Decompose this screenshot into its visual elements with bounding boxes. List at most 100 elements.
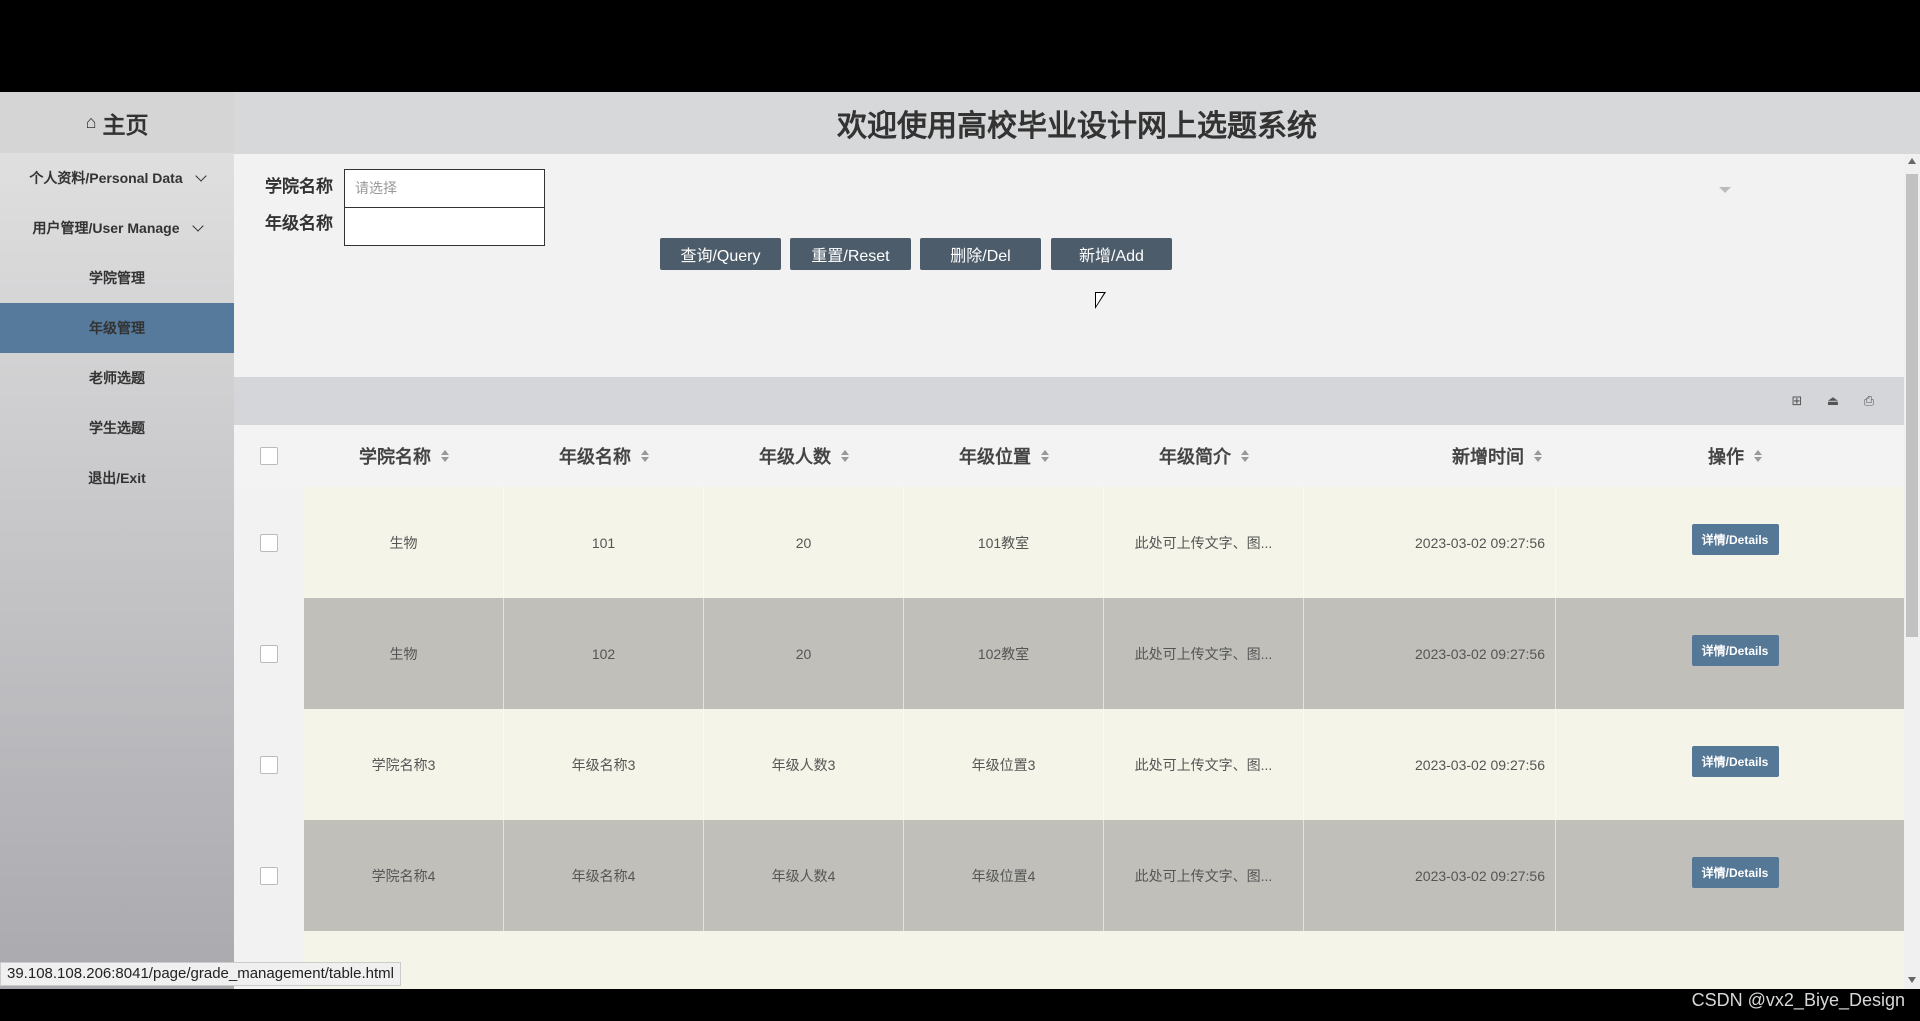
sort-icon[interactable] <box>441 450 449 462</box>
status-bar-url: 39.108.108.206:8041/page/grade_managemen… <box>0 962 401 986</box>
cell-count: 20 <box>704 487 904 598</box>
sort-icon[interactable] <box>1041 450 1049 462</box>
sidebar: ⌂ 主页 个人资料/Personal Data 用户管理/User Manage… <box>0 92 234 989</box>
row-checkbox[interactable] <box>260 756 278 774</box>
sort-icon[interactable] <box>1754 450 1762 462</box>
column-header-label: 操作 <box>1708 447 1744 467</box>
cell-time: 2023-03-02 09:27:56 <box>1304 709 1556 820</box>
sidebar-item-label: 老师选题 <box>89 370 145 386</box>
sort-icon[interactable] <box>641 450 649 462</box>
cell-time: 2023-03-02 09:27:56 <box>1304 598 1556 709</box>
home-label: 主页 <box>102 111 149 138</box>
row-cells: 生物 101 20 101教室 此处可上传文字、图... 2023-03-02 … <box>304 487 1904 598</box>
cell-intro: 此处可上传文字、图... <box>1104 598 1304 709</box>
row-checkbox-cell <box>234 709 304 820</box>
reset-button[interactable]: 重置/Reset <box>790 238 911 270</box>
sidebar-group-label: 个人资料/Personal Data <box>29 170 183 186</box>
cell-grade: 102 <box>504 598 704 709</box>
row-cells: 生物 102 20 102教室 此处可上传文字、图... 2023-03-02 … <box>304 598 1904 709</box>
sidebar-item-label: 学生选题 <box>89 420 145 436</box>
grade-name-input[interactable] <box>344 207 545 246</box>
app-window: ⌂ 主页 个人资料/Personal Data 用户管理/User Manage… <box>0 92 1920 989</box>
sidebar-home[interactable]: ⌂ 主页 <box>0 92 234 153</box>
column-header-label: 年级简介 <box>1159 447 1231 467</box>
select-all-checkbox[interactable] <box>260 447 278 465</box>
sort-icon[interactable] <box>1241 450 1249 462</box>
page-header: 欢迎使用高校毕业设计网上选题系统 <box>234 92 1920 154</box>
cell-grade: 年级名称3 <box>504 709 704 820</box>
scroll-up-arrow-icon[interactable] <box>1908 158 1916 164</box>
cell-count: 年级人数3 <box>704 709 904 820</box>
cell-intro: 此处可上传文字、图... <box>1104 487 1304 598</box>
column-header-grade[interactable]: 年级名称 <box>504 425 704 487</box>
scrollbar-thumb[interactable] <box>1906 174 1918 637</box>
details-button[interactable]: 详情/Details <box>1691 524 1779 555</box>
sidebar-item-student-topics[interactable]: 学生选题 <box>0 403 234 453</box>
cell-location: 102教室 <box>904 598 1104 709</box>
chevron-down-icon <box>191 220 204 232</box>
delete-button[interactable]: 删除/Del <box>920 238 1041 270</box>
add-button[interactable]: 新增/Add <box>1051 238 1172 270</box>
home-icon: ⌂ <box>85 112 97 132</box>
cell-actions: 详情/Details <box>1566 820 1904 931</box>
scroll-down-arrow-icon[interactable] <box>1908 977 1916 983</box>
column-header-location[interactable]: 年级位置 <box>904 425 1104 487</box>
cell-location: 年级位置4 <box>904 820 1104 931</box>
table-row: 学院名称3 年级名称3 年级人数3 年级位置3 此处可上传文字、图... 202… <box>234 709 1904 820</box>
column-header-intro[interactable]: 年级简介 <box>1104 425 1304 487</box>
cell-actions: 详情/Details <box>1566 598 1904 709</box>
sidebar-item-college-management[interactable]: 学院管理 <box>0 253 234 303</box>
sidebar-group-personal-data[interactable]: 个人资料/Personal Data <box>0 153 234 203</box>
row-cells: 学院名称4 年级名称4 年级人数4 年级位置4 此处可上传文字、图... 202… <box>304 820 1904 931</box>
cell-location: 年级位置3 <box>904 709 1104 820</box>
details-button[interactable]: 详情/Details <box>1691 746 1779 777</box>
vertical-scrollbar[interactable] <box>1904 154 1920 989</box>
chevron-down-icon <box>194 170 207 182</box>
sidebar-group-label: 用户管理/User Manage <box>32 220 180 236</box>
cell-grade: 年级名称4 <box>504 820 704 931</box>
cell-college: 生物 <box>304 598 504 709</box>
college-name-select[interactable]: 请选择 <box>344 169 545 208</box>
grade-name-label: 年级名称 <box>265 214 333 233</box>
details-button[interactable]: 详情/Details <box>1691 857 1779 888</box>
screen-bottom-bar <box>0 989 1920 1021</box>
row-checkbox[interactable] <box>260 534 278 552</box>
sidebar-item-label: 学院管理 <box>89 270 145 286</box>
mouse-cursor-icon <box>1095 292 1106 309</box>
cell-location: 101教室 <box>904 487 1104 598</box>
row-checkbox-cell <box>234 598 304 709</box>
table-row: 学院名称4 年级名称4 年级人数4 年级位置4 此处可上传文字、图... 202… <box>234 820 1904 931</box>
query-button[interactable]: 查询/Query <box>660 238 781 270</box>
sidebar-item-teacher-topics[interactable]: 老师选题 <box>0 353 234 403</box>
sidebar-item-exit[interactable]: 退出/Exit <box>0 453 234 503</box>
data-table: 学院名称 年级名称 年级人数 年级位置 年级简介 新增时间 操作 生物 101 … <box>234 425 1904 989</box>
sort-icon[interactable] <box>841 450 849 462</box>
cell-time: 2023-03-02 09:27:56 <box>1304 487 1556 598</box>
cell-time: 2023-03-02 09:27:56 <box>1304 820 1556 931</box>
column-header-college[interactable]: 学院名称 <box>304 425 504 487</box>
column-header-actions[interactable]: 操作 <box>1566 425 1904 487</box>
cell-college: 学院名称3 <box>304 709 504 820</box>
column-header-label: 年级位置 <box>959 447 1031 467</box>
cell-actions: 详情/Details <box>1566 487 1904 598</box>
cell-grade: 101 <box>504 487 704 598</box>
column-header-label: 新增时间 <box>1452 447 1524 467</box>
main-content: 学院名称 请选择 年级名称 查询/Query 重置/Reset 删除/Del 新… <box>234 154 1920 989</box>
row-checkbox[interactable] <box>260 867 278 885</box>
sidebar-item-grade-management[interactable]: 年级管理 <box>0 303 234 353</box>
caret-down-icon[interactable] <box>1719 187 1731 193</box>
sort-icon[interactable] <box>1534 450 1542 462</box>
row-checkbox[interactable] <box>260 645 278 663</box>
details-button[interactable]: 详情/Details <box>1691 635 1779 666</box>
sidebar-group-user-manage[interactable]: 用户管理/User Manage <box>0 203 234 253</box>
column-header-time[interactable]: 新增时间 <box>1304 425 1566 487</box>
export-icon[interactable]: ⏏ <box>1825 393 1841 409</box>
sidebar-item-label: 年级管理 <box>89 320 145 336</box>
print-icon[interactable]: ⎙ <box>1861 393 1877 409</box>
columns-icon[interactable]: ⊞ <box>1789 393 1805 409</box>
column-header-label: 年级名称 <box>559 447 631 467</box>
column-header-count[interactable]: 年级人数 <box>704 425 904 487</box>
cell-actions: 详情/Details <box>1566 709 1904 820</box>
cell-college: 学院名称4 <box>304 820 504 931</box>
table-toolbar: ⊞ ⏏ ⎙ <box>234 377 1904 425</box>
